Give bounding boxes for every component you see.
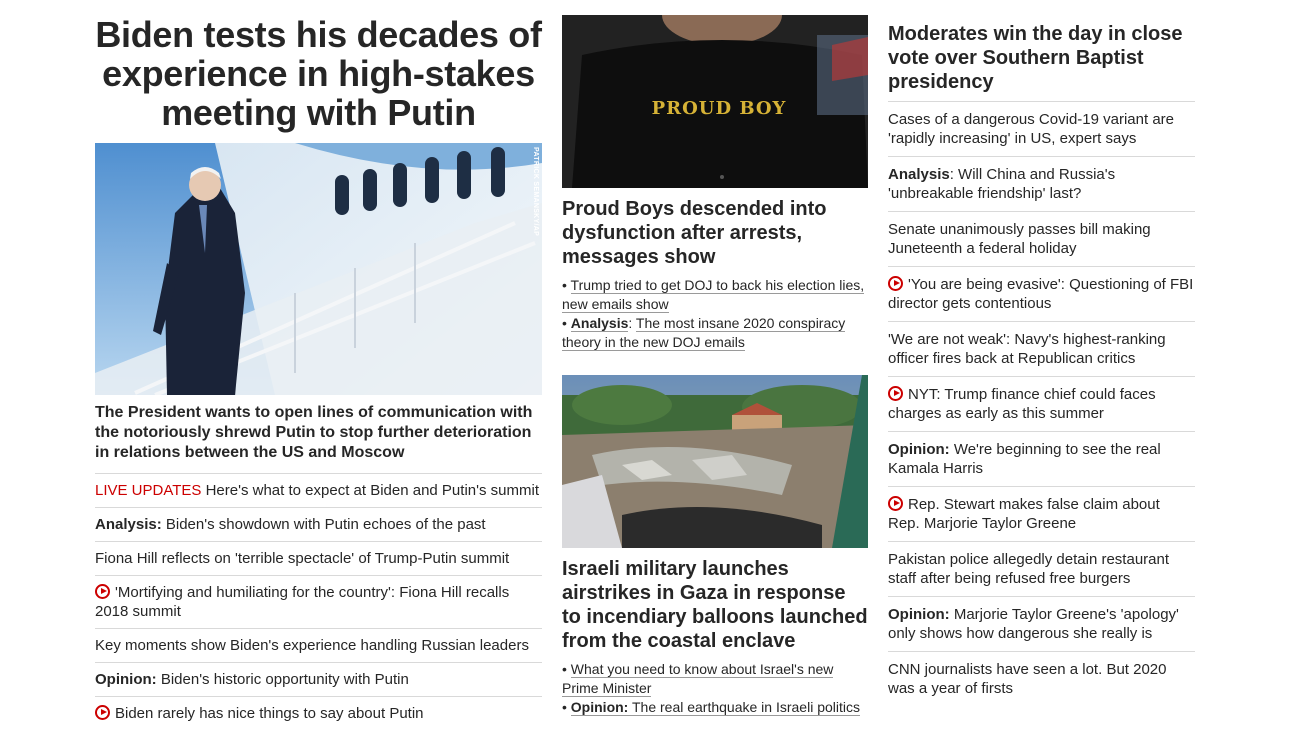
play-video-icon [888, 276, 903, 291]
list-item[interactable]: 'Mortifying and humiliating for the coun… [95, 575, 542, 628]
list-item[interactable]: Pakistan police allegedly detain restaur… [888, 541, 1195, 596]
list-item[interactable]: Opinion: We're beginning to see the real… [888, 431, 1195, 486]
photo-credit: PATRICK SEMANSKY/AP [532, 147, 539, 237]
play-video-icon [95, 584, 110, 599]
play-video-icon [95, 705, 110, 720]
lead-story-column: Biden tests his decades of experience in… [95, 0, 542, 730]
gaza-photo[interactable] [562, 375, 868, 548]
live-updates-label: LIVE UPDATES [95, 482, 202, 499]
proud-boys-photo[interactable]: PROUD BOY [562, 15, 868, 188]
headlines-column: Moderates win the day in close vote over… [888, 0, 1195, 706]
list-item[interactable]: Rep. Stewart makes false claim about Rep… [888, 486, 1195, 541]
secondary-stories-column: PROUD BOY Proud Boys descended into dysf… [562, 0, 868, 717]
section-headline[interactable]: Moderates win the day in close vote over… [888, 22, 1195, 101]
list-item[interactable]: Biden rarely has nice things to say abou… [95, 696, 542, 730]
story-headline[interactable]: Proud Boys descended into dysfunction af… [562, 197, 868, 269]
list-item[interactable]: Analysis: Biden's showdown with Putin ec… [95, 507, 542, 541]
list-item[interactable]: Opinion: Marjorie Taylor Greene's 'apolo… [888, 596, 1195, 651]
lead-summary[interactable]: The President wants to open lines of com… [95, 403, 542, 473]
list-item[interactable]: Analysis: Will China and Russia's 'unbre… [888, 156, 1195, 211]
lead-headline[interactable]: Biden tests his decades of experience in… [95, 15, 542, 132]
list-item[interactable]: LIVE UPDATES Here's what to expect at Bi… [95, 473, 542, 507]
related-link[interactable]: • Opinion: The real earthquake in Israel… [562, 698, 868, 717]
play-video-icon [888, 496, 903, 511]
lead-photo[interactable]: PATRICK SEMANSKY/AP [95, 143, 542, 395]
related-link[interactable]: • Trump tried to get DOJ to back his ele… [562, 276, 868, 314]
list-item[interactable]: Opinion: Biden's historic opportunity wi… [95, 662, 542, 696]
list-item[interactable]: 'You are being evasive': Questioning of … [888, 266, 1195, 321]
list-item[interactable]: 'We are not weak': Navy's highest-rankin… [888, 321, 1195, 376]
shirt-text: PROUD BOY [652, 98, 787, 119]
play-video-icon [888, 386, 903, 401]
list-item[interactable]: CNN journalists have seen a lot. But 202… [888, 651, 1195, 706]
list-item[interactable]: NYT: Trump finance chief could faces cha… [888, 376, 1195, 431]
list-item[interactable]: Cases of a dangerous Covid-19 variant ar… [888, 101, 1195, 156]
related-link[interactable]: • Analysis: The most insane 2020 conspir… [562, 314, 868, 352]
related-link[interactable]: • What you need to know about Israel's n… [562, 660, 868, 698]
list-item[interactable]: Key moments show Biden's experience hand… [95, 628, 542, 662]
list-item[interactable]: Fiona Hill reflects on 'terrible spectac… [95, 541, 542, 575]
story-headline[interactable]: Israeli military launches airstrikes in … [562, 557, 868, 653]
list-item[interactable]: Senate unanimously passes bill making Ju… [888, 211, 1195, 266]
